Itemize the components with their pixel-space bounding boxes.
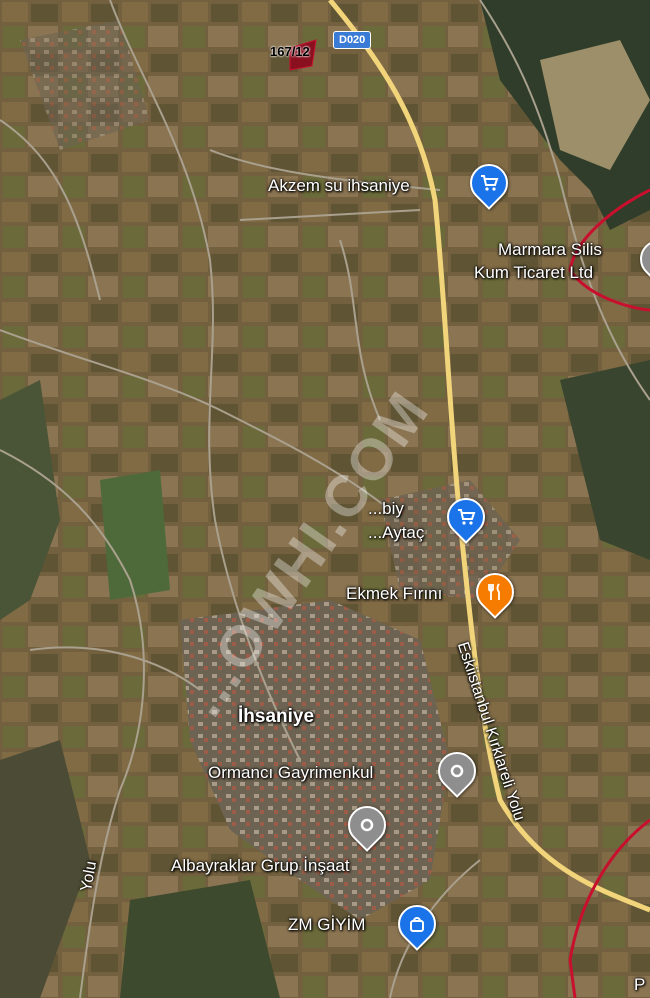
location-dot-icon	[440, 754, 474, 788]
aytac-label-line2[interactable]: ...Aytaç	[368, 523, 424, 543]
fork-knife-icon	[478, 575, 512, 609]
road-shield-d020: D020	[333, 31, 372, 49]
edge-label: P	[634, 975, 646, 994]
shopping-bag-icon	[400, 907, 434, 941]
shopping-cart-icon	[472, 166, 506, 200]
ekmek-label[interactable]: Ekmek Fırını	[346, 584, 442, 604]
shopping-cart-icon	[449, 500, 483, 534]
satellite-map[interactable]: ...OWHI.COM D020 167/12 Akzem su ihsaniy…	[0, 0, 650, 998]
aytac-label-line1[interactable]: ...biy	[368, 499, 404, 519]
marmara-label-line2[interactable]: Kum Ticaret Ltd	[474, 263, 593, 283]
parcel-label: 167/12	[270, 44, 310, 59]
location-dot-icon	[642, 242, 650, 276]
marmara-label-line1[interactable]: Marmara Silis	[498, 240, 602, 260]
ihsaniye-label[interactable]: İhsaniye	[238, 706, 314, 728]
location-dot-icon	[350, 808, 384, 842]
albayraklar-label[interactable]: Albayraklar Grup İnşaat	[171, 856, 350, 876]
ormanci-label[interactable]: Ormancı Gayrimenkul	[208, 763, 373, 783]
akzem-label[interactable]: Akzem su ihsaniye	[268, 176, 410, 196]
zm-label[interactable]: ZM GİYİM	[288, 915, 365, 935]
